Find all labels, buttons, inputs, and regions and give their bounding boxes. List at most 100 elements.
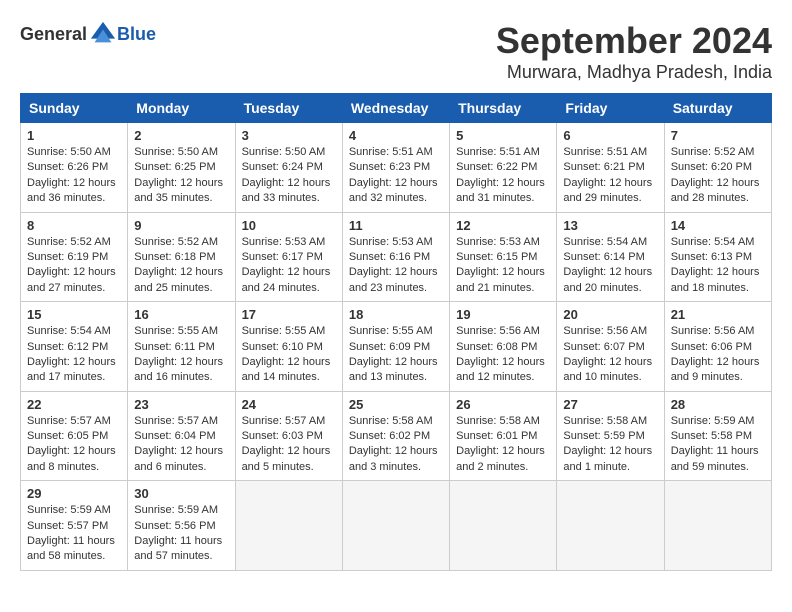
calendar-cell	[664, 481, 771, 571]
calendar-title: September 2024	[496, 20, 772, 62]
day-info: Sunrise: 5:55 AM Sunset: 6:10 PM Dayligh…	[242, 324, 336, 386]
day-info: Sunrise: 5:50 AM Sunset: 6:24 PM Dayligh…	[242, 145, 336, 207]
calendar-cell: 23 Sunrise: 5:57 AM Sunset: 6:04 PM Dayli…	[128, 391, 235, 481]
page-header: General Blue September 2024 Murwara, Mad…	[20, 20, 772, 83]
day-number: 10	[242, 218, 336, 233]
day-number: 5	[456, 128, 550, 143]
day-info: Sunrise: 5:53 AM Sunset: 6:16 PM Dayligh…	[349, 235, 443, 297]
calendar-cell: 17Sunrise: 5:55 AM Sunset: 6:10 PM Dayli…	[235, 302, 342, 392]
calendar-cell: 18Sunrise: 5:55 AM Sunset: 6:09 PM Dayli…	[342, 302, 449, 392]
day-info: Sunrise: 5:59 AM Sunset: 5:58 PM Dayligh…	[671, 414, 765, 476]
header-day-saturday: Saturday	[664, 94, 771, 123]
day-info: Sunrise: 5:57 AM Sunset: 6:04 PM Dayligh…	[134, 414, 228, 476]
calendar-cell: 27 Sunrise: 5:58 AM Sunset: 5:59 PM Dayli…	[557, 391, 664, 481]
day-number: 21	[671, 307, 765, 322]
day-number: 12	[456, 218, 550, 233]
day-info: Sunrise: 5:51 AM Sunset: 6:23 PM Dayligh…	[349, 145, 443, 207]
day-number: 4	[349, 128, 443, 143]
calendar-week-row: 29 Sunrise: 5:59 AM Sunset: 5:57 PM Dayli…	[21, 481, 772, 571]
calendar-cell: 7Sunrise: 5:52 AM Sunset: 6:20 PM Daylig…	[664, 123, 771, 213]
calendar-cell	[450, 481, 557, 571]
day-number: 6	[563, 128, 657, 143]
calendar-cell: 3 Sunrise: 5:50 AM Sunset: 6:24 PM Daylig…	[235, 123, 342, 213]
calendar-cell: 4 Sunrise: 5:51 AM Sunset: 6:23 PM Daylig…	[342, 123, 449, 213]
day-number: 22	[27, 397, 121, 412]
logo-general-text: General	[20, 24, 87, 45]
day-number: 1	[27, 128, 121, 143]
calendar-cell	[557, 481, 664, 571]
calendar-cell: 2 Sunrise: 5:50 AM Sunset: 6:25 PM Daylig…	[128, 123, 235, 213]
day-info: Sunrise: 5:58 AM Sunset: 6:02 PM Dayligh…	[349, 414, 443, 476]
calendar-cell: 26 Sunrise: 5:58 AM Sunset: 6:01 PM Dayli…	[450, 391, 557, 481]
calendar-cell: 21 Sunrise: 5:56 AM Sunset: 6:06 PM Dayli…	[664, 302, 771, 392]
calendar-cell: 14 Sunrise: 5:54 AM Sunset: 6:13 PM Dayli…	[664, 212, 771, 302]
day-info: Sunrise: 5:52 AM Sunset: 6:19 PM Dayligh…	[27, 235, 121, 297]
day-number: 2	[134, 128, 228, 143]
day-number: 27	[563, 397, 657, 412]
day-info: Sunrise: 5:56 AM Sunset: 6:08 PM Dayligh…	[456, 324, 550, 386]
calendar-week-row: 15 Sunrise: 5:54 AM Sunset: 6:12 PM Dayli…	[21, 302, 772, 392]
calendar-cell: 11 Sunrise: 5:53 AM Sunset: 6:16 PM Dayli…	[342, 212, 449, 302]
day-info: Sunrise: 5:59 AM Sunset: 5:56 PM Dayligh…	[134, 503, 228, 565]
day-info: Sunrise: 5:57 AM Sunset: 6:05 PM Dayligh…	[27, 414, 121, 476]
day-number: 15	[27, 307, 121, 322]
day-info: Sunrise: 5:57 AM Sunset: 6:03 PM Dayligh…	[242, 414, 336, 476]
day-number: 23	[134, 397, 228, 412]
day-number: 9	[134, 218, 228, 233]
calendar-week-row: 22 Sunrise: 5:57 AM Sunset: 6:05 PM Dayli…	[21, 391, 772, 481]
calendar-cell: 22 Sunrise: 5:57 AM Sunset: 6:05 PM Dayli…	[21, 391, 128, 481]
day-info: Sunrise: 5:51 AM Sunset: 6:22 PM Dayligh…	[456, 145, 550, 207]
day-number: 20	[563, 307, 657, 322]
calendar-cell: 20 Sunrise: 5:56 AM Sunset: 6:07 PM Dayli…	[557, 302, 664, 392]
day-info: Sunrise: 5:54 AM Sunset: 6:14 PM Dayligh…	[563, 235, 657, 297]
day-info: Sunrise: 5:56 AM Sunset: 6:06 PM Dayligh…	[671, 324, 765, 386]
day-info: Sunrise: 5:53 AM Sunset: 6:17 PM Dayligh…	[242, 235, 336, 297]
header-day-wednesday: Wednesday	[342, 94, 449, 123]
day-info: Sunrise: 5:59 AM Sunset: 5:57 PM Dayligh…	[27, 503, 121, 565]
day-info: Sunrise: 5:55 AM Sunset: 6:11 PM Dayligh…	[134, 324, 228, 386]
header-day-monday: Monday	[128, 94, 235, 123]
day-number: 13	[563, 218, 657, 233]
day-number: 8	[27, 218, 121, 233]
calendar-cell: 8 Sunrise: 5:52 AM Sunset: 6:19 PM Daylig…	[21, 212, 128, 302]
day-number: 29	[27, 486, 121, 501]
day-info: Sunrise: 5:52 AM Sunset: 6:18 PM Dayligh…	[134, 235, 228, 297]
day-info: Sunrise: 5:58 AM Sunset: 5:59 PM Dayligh…	[563, 414, 657, 476]
calendar-week-row: 1 Sunrise: 5:50 AM Sunset: 6:26 PM Daylig…	[21, 123, 772, 213]
day-info: Sunrise: 5:53 AM Sunset: 6:15 PM Dayligh…	[456, 235, 550, 297]
title-block: September 2024 Murwara, Madhya Pradesh, …	[496, 20, 772, 83]
header-day-thursday: Thursday	[450, 94, 557, 123]
calendar-cell: 6 Sunrise: 5:51 AM Sunset: 6:21 PM Daylig…	[557, 123, 664, 213]
calendar-cell: 16Sunrise: 5:55 AM Sunset: 6:11 PM Dayli…	[128, 302, 235, 392]
header-day-sunday: Sunday	[21, 94, 128, 123]
day-info: Sunrise: 5:54 AM Sunset: 6:12 PM Dayligh…	[27, 324, 121, 386]
calendar-cell: 19 Sunrise: 5:56 AM Sunset: 6:08 PM Dayli…	[450, 302, 557, 392]
calendar-cell: 30Sunrise: 5:59 AM Sunset: 5:56 PM Dayli…	[128, 481, 235, 571]
header-day-friday: Friday	[557, 94, 664, 123]
day-number: 28	[671, 397, 765, 412]
calendar-cell: 10 Sunrise: 5:53 AM Sunset: 6:17 PM Dayli…	[235, 212, 342, 302]
day-info: Sunrise: 5:58 AM Sunset: 6:01 PM Dayligh…	[456, 414, 550, 476]
calendar-cell	[235, 481, 342, 571]
day-number: 11	[349, 218, 443, 233]
day-number: 18	[349, 307, 443, 322]
calendar-cell: 5 Sunrise: 5:51 AM Sunset: 6:22 PM Daylig…	[450, 123, 557, 213]
logo-blue-text: Blue	[117, 24, 156, 45]
day-info: Sunrise: 5:51 AM Sunset: 6:21 PM Dayligh…	[563, 145, 657, 207]
logo: General Blue	[20, 20, 156, 48]
day-info: Sunrise: 5:50 AM Sunset: 6:26 PM Dayligh…	[27, 145, 121, 207]
day-number: 26	[456, 397, 550, 412]
calendar-cell: 1 Sunrise: 5:50 AM Sunset: 6:26 PM Daylig…	[21, 123, 128, 213]
calendar-table: SundayMondayTuesdayWednesdayThursdayFrid…	[20, 93, 772, 571]
day-number: 19	[456, 307, 550, 322]
calendar-cell: 9 Sunrise: 5:52 AM Sunset: 6:18 PM Daylig…	[128, 212, 235, 302]
calendar-cell: 24Sunrise: 5:57 AM Sunset: 6:03 PM Dayli…	[235, 391, 342, 481]
day-number: 14	[671, 218, 765, 233]
calendar-cell: 28 Sunrise: 5:59 AM Sunset: 5:58 PM Dayli…	[664, 391, 771, 481]
day-info: Sunrise: 5:50 AM Sunset: 6:25 PM Dayligh…	[134, 145, 228, 207]
day-number: 3	[242, 128, 336, 143]
day-number: 25	[349, 397, 443, 412]
day-info: Sunrise: 5:56 AM Sunset: 6:07 PM Dayligh…	[563, 324, 657, 386]
calendar-cell: 13 Sunrise: 5:54 AM Sunset: 6:14 PM Dayli…	[557, 212, 664, 302]
day-info: Sunrise: 5:54 AM Sunset: 6:13 PM Dayligh…	[671, 235, 765, 297]
